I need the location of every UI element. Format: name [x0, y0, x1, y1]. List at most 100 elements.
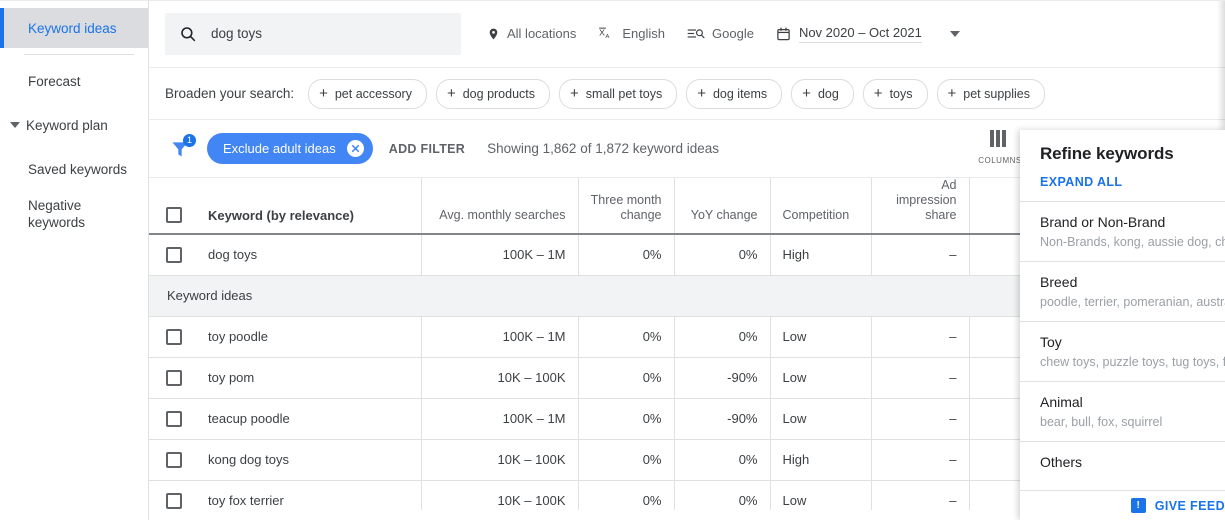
search-input[interactable]: dog toys: [165, 13, 461, 55]
refine-item-brand-or-non-brand[interactable]: Brand or Non-Brand Non-Brands, kong, aus…: [1020, 201, 1225, 261]
add-filter-button[interactable]: ADD FILTER: [389, 142, 465, 156]
cell-competition: Low: [770, 480, 871, 510]
language-selector[interactable]: X A English: [598, 26, 665, 42]
group-row-label: Keyword ideas: [149, 275, 421, 316]
chip-label: toys: [890, 87, 913, 101]
feedback-icon: !: [1131, 498, 1146, 513]
svg-text:A: A: [606, 34, 610, 40]
row-checkbox[interactable]: [166, 452, 182, 468]
filter-funnel-button[interactable]: 1: [165, 134, 195, 164]
broaden-chip-pet-supplies[interactable]: + pet supplies: [937, 79, 1045, 109]
group-row-filler: [674, 275, 770, 316]
svg-text:X: X: [600, 27, 606, 37]
expand-all-button[interactable]: EXPAND ALL: [1040, 175, 1225, 189]
chip-label: small pet toys: [586, 87, 662, 101]
chip-label: pet supplies: [963, 87, 1030, 101]
left-sidebar: Keyword ideas Forecast Keyword plan Save…: [0, 0, 148, 520]
cell-competition: Low: [770, 357, 871, 398]
cell-ad-impression-share: –: [871, 398, 969, 439]
chip-label: dog products: [463, 87, 535, 101]
column-header-ad-impression-share[interactable]: Ad impression share: [871, 178, 969, 234]
keyword-label: toy pom: [208, 370, 254, 385]
refine-item-subtitle: poodle, terrier, pomeranian, australi: [1040, 294, 1225, 311]
cell-avg-monthly-searches: 100K – 1M: [421, 234, 578, 275]
sidebar-item-saved-keywords[interactable]: Saved keywords: [0, 149, 148, 189]
refine-item-others[interactable]: Others: [1020, 441, 1225, 484]
group-row-filler: [578, 275, 674, 316]
sidebar-item-label: Forecast: [28, 73, 81, 90]
keyword-label: toy poodle: [208, 329, 268, 344]
broaden-chip-pet-accessory[interactable]: + pet accessory: [308, 79, 427, 109]
window-top-divider: [0, 0, 1225, 1]
showing-count-text: Showing 1,862 of 1,872 keyword ideas: [487, 141, 719, 156]
sidebar-item-negative-keywords[interactable]: Negative keywords: [0, 189, 148, 239]
refine-panel-title: Refine keywords: [1040, 144, 1225, 164]
cell-ad-impression-share: –: [871, 357, 969, 398]
broaden-chip-dog-products[interactable]: + dog products: [436, 79, 550, 109]
location-selector[interactable]: All locations: [487, 26, 576, 42]
active-filter-chip[interactable]: Exclude adult ideas: [207, 133, 373, 164]
refine-item-animal[interactable]: Animal bear, bull, fox, squirrel: [1020, 381, 1225, 441]
broaden-chip-dog-items[interactable]: + dog items: [686, 79, 782, 109]
columns-icon: [989, 130, 1011, 149]
select-all-checkbox[interactable]: [166, 207, 182, 223]
cell-avg-monthly-searches: 100K – 1M: [421, 398, 578, 439]
column-header-keyword[interactable]: Keyword (by relevance): [149, 178, 421, 234]
row-checkbox[interactable]: [166, 247, 182, 263]
row-checkbox[interactable]: [166, 411, 182, 427]
cell-yoy-change: -90%: [674, 357, 770, 398]
plus-icon: +: [570, 86, 579, 101]
calendar-icon: [776, 26, 791, 42]
cell-yoy-change: 0%: [674, 480, 770, 510]
location-pin-icon: [487, 26, 500, 42]
sidebar-item-forecast[interactable]: Forecast: [0, 61, 148, 101]
column-header-avg-monthly-searches[interactable]: Avg. monthly searches: [421, 178, 578, 234]
columns-label: COLUMNS: [973, 156, 1027, 165]
cell-keyword: teacup poodle: [149, 398, 421, 439]
refine-item-toy[interactable]: Toy chew toys, puzzle toys, tug toys, fe…: [1020, 321, 1225, 381]
broaden-chip-dog[interactable]: + dog: [791, 79, 854, 109]
column-header-yoy-change[interactable]: YoY change: [674, 178, 770, 234]
search-icon: [179, 25, 197, 43]
row-checkbox[interactable]: [166, 370, 182, 386]
row-checkbox[interactable]: [166, 329, 182, 345]
refine-item-title: Breed: [1040, 273, 1225, 292]
columns-button[interactable]: COLUMNS: [973, 130, 1027, 165]
cell-keyword: toy poodle: [149, 316, 421, 357]
search-query-value: dog toys: [211, 26, 262, 41]
refine-item-title: Brand or Non-Brand: [1040, 213, 1225, 232]
active-filter-label: Exclude adult ideas: [223, 141, 336, 156]
feedback-bar: ! GIVE FEED: [1020, 490, 1225, 520]
network-list-search-icon: [687, 26, 705, 41]
cell-keyword: dog toys: [149, 234, 421, 275]
network-selector[interactable]: Google: [687, 26, 754, 41]
date-range-selector[interactable]: Nov 2020 – Oct 2021: [776, 25, 960, 43]
broaden-chip-toys[interactable]: + toys: [863, 79, 928, 109]
sidebar-group-keyword-plan[interactable]: Keyword plan: [0, 101, 148, 149]
broaden-chip-small-pet-toys[interactable]: + small pet toys: [559, 79, 677, 109]
row-checkbox[interactable]: [166, 493, 182, 509]
chevron-down-icon: [10, 122, 20, 128]
refine-item-title: Others: [1040, 453, 1225, 472]
refine-item-subtitle: bear, bull, fox, squirrel: [1040, 414, 1225, 431]
sidebar-item-keyword-ideas[interactable]: Keyword ideas: [0, 8, 148, 48]
sidebar-item-label: Keyword ideas: [28, 20, 117, 37]
cell-keyword: kong dog toys: [149, 439, 421, 480]
refine-keywords-panel: Refine keywords EXPAND ALL Brand or Non-…: [1020, 130, 1225, 520]
refine-item-breed[interactable]: Breed poodle, terrier, pomeranian, austr…: [1020, 261, 1225, 321]
column-header-label: Keyword (by relevance): [208, 208, 354, 223]
plus-icon: +: [447, 86, 456, 101]
sidebar-item-label: Negative keywords: [28, 197, 138, 231]
filter-count-badge: 1: [183, 134, 196, 147]
sidebar-divider: [24, 54, 134, 55]
cell-three-month-change: 0%: [578, 480, 674, 510]
column-header-competition[interactable]: Competition: [770, 178, 871, 234]
give-feedback-button[interactable]: ! GIVE FEED: [1119, 498, 1225, 513]
refine-item-title: Animal: [1040, 393, 1225, 412]
cell-avg-monthly-searches: 10K – 100K: [421, 480, 578, 510]
remove-filter-button[interactable]: [347, 140, 364, 157]
cell-avg-monthly-searches: 100K – 1M: [421, 316, 578, 357]
chevron-down-icon[interactable]: [950, 31, 960, 37]
column-header-three-month-change[interactable]: Three month change: [578, 178, 674, 234]
cell-yoy-change: -90%: [674, 398, 770, 439]
